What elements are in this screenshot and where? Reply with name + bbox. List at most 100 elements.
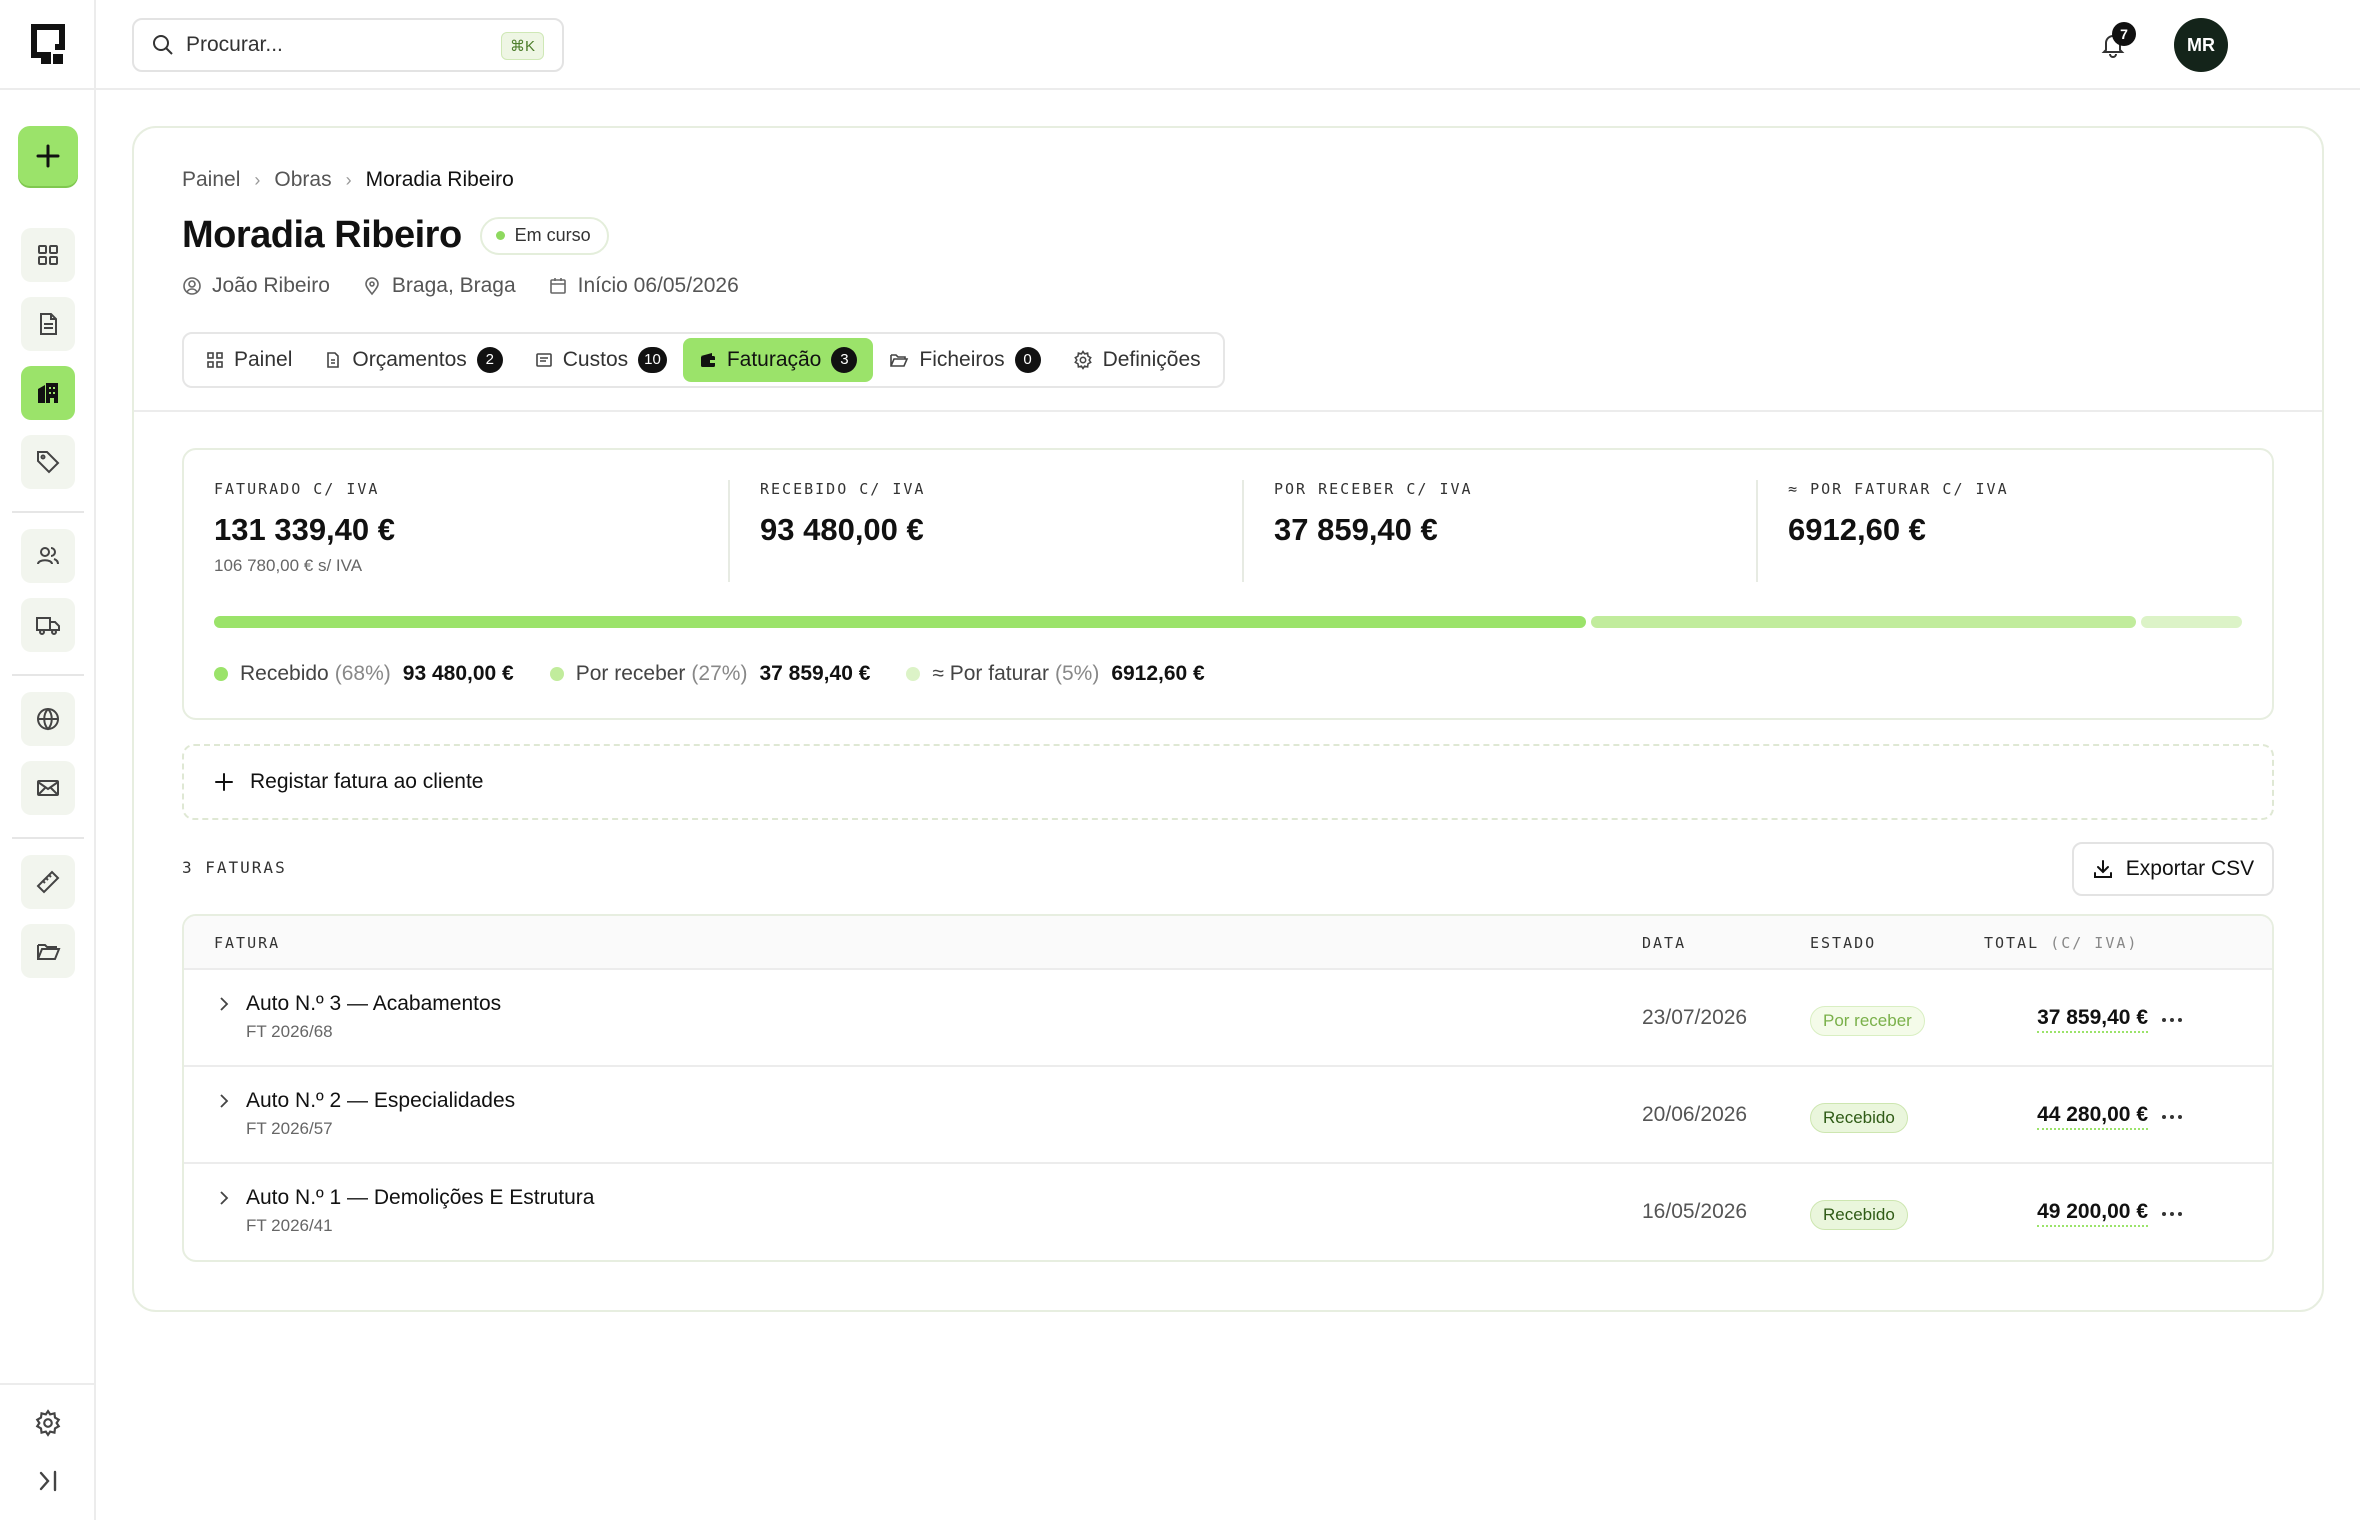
project-meta: João Ribeiro Braga, Braga Início 06/05/2… bbox=[182, 274, 771, 298]
tab-count-badge: 2 bbox=[476, 347, 503, 373]
row-actions-button[interactable] bbox=[2156, 1198, 2188, 1230]
progress-legend: Recebido (68%) 93 480,00 € Por receber (… bbox=[214, 662, 1241, 686]
legend-percent: (27%) bbox=[691, 662, 748, 685]
status-label: Em curso bbox=[514, 225, 591, 245]
grid-icon bbox=[207, 352, 223, 368]
more-horizontal-icon bbox=[2162, 1212, 2182, 1216]
legend-to-invoice: ≈ Por faturar (5%) 6912,60 € bbox=[906, 662, 1205, 686]
sidebar-divider bbox=[0, 1383, 96, 1385]
chevron-right-icon[interactable] bbox=[214, 1091, 234, 1111]
sidebar-item-files[interactable] bbox=[21, 924, 75, 978]
invoice-date: 20/06/2026 bbox=[1642, 1103, 1748, 1126]
chevron-right-icon[interactable] bbox=[214, 994, 234, 1014]
avatar[interactable]: MR bbox=[2174, 18, 2228, 72]
column-header-total[interactable]: TOTAL (C/ IVA) bbox=[1984, 934, 2138, 952]
project-tabs: Painel Orçamentos 2 Custos 10 Faturação … bbox=[182, 332, 1225, 388]
gear-icon bbox=[35, 1409, 61, 1437]
progress-segment bbox=[2141, 616, 2242, 628]
legend-to-receive: Por receber (27%) 37 859,40 € bbox=[549, 662, 870, 686]
stat-value: 6912,60 € bbox=[1788, 512, 1926, 547]
sidebar-item-mail[interactable] bbox=[21, 761, 75, 815]
stat-received: RECEBIDO C/ IVA 93 480,00 € bbox=[760, 480, 925, 584]
sidebar-item-tags[interactable] bbox=[21, 435, 75, 489]
invoice-total: 37 859,40 € bbox=[2037, 1006, 2148, 1033]
invoice-status-badge: Recebido bbox=[1810, 1103, 1908, 1133]
table-header: FATURA DATA ESTADO TOTAL (C/ IVA) bbox=[184, 916, 2272, 970]
breadcrumb-item-dashboard[interactable]: Painel bbox=[182, 168, 240, 192]
search-input[interactable]: Procurar... ⌘K bbox=[132, 18, 564, 72]
row-actions-button[interactable] bbox=[2156, 1004, 2188, 1036]
status-badge: Em curso bbox=[479, 216, 609, 255]
column-header-status[interactable]: ESTADO bbox=[1810, 934, 1876, 952]
sidebar-item-projects[interactable] bbox=[21, 366, 75, 420]
legend-received: Recebido (68%) 93 480,00 € bbox=[214, 662, 514, 686]
app-logo[interactable] bbox=[27, 22, 69, 66]
sidebar-item-clients[interactable] bbox=[21, 529, 75, 583]
new-button[interactable] bbox=[18, 126, 78, 186]
stat-to-receive: POR RECEBER C/ IVA 37 859,40 € bbox=[1274, 480, 1473, 584]
mail-icon bbox=[37, 780, 59, 796]
breadcrumb-item-projects[interactable]: Obras bbox=[274, 168, 331, 192]
globe-icon bbox=[37, 708, 59, 731]
section-divider bbox=[134, 410, 2322, 412]
stat-to-invoice: ≈ POR FATURAR C/ IVA 6912,60 € bbox=[1788, 480, 2009, 584]
stat-value: 131 339,40 € bbox=[214, 512, 396, 547]
legend-label: Recebido bbox=[240, 662, 329, 685]
chevron-right-icon: › bbox=[254, 169, 261, 190]
tab-count-badge: 3 bbox=[831, 347, 858, 373]
search-icon bbox=[153, 35, 173, 55]
table-row[interactable]: Auto N.º 3 — Acabamentos FT 2026/68 23/0… bbox=[184, 970, 2272, 1067]
folder-icon bbox=[37, 944, 61, 960]
column-header-total-label: TOTAL bbox=[1984, 934, 2040, 952]
progress-segment bbox=[1591, 616, 2136, 628]
export-csv-button[interactable]: Exportar CSV bbox=[2072, 842, 2274, 896]
sidebar-item-dashboard[interactable] bbox=[21, 228, 75, 282]
column-header-total-suffix: (C/ IVA) bbox=[2050, 934, 2139, 952]
sidebar-item-website[interactable] bbox=[21, 692, 75, 746]
tab-settings[interactable]: Definições bbox=[1057, 338, 1217, 382]
tab-invoicing[interactable]: Faturação 3 bbox=[682, 338, 874, 382]
tab-label: Faturação bbox=[726, 348, 822, 371]
row-actions-button[interactable] bbox=[2156, 1101, 2188, 1133]
sidebar-item-measurements[interactable] bbox=[21, 855, 75, 909]
register-invoice-button[interactable]: Registar fatura ao cliente bbox=[182, 744, 2274, 820]
tab-dashboard[interactable]: Painel bbox=[190, 338, 308, 382]
breadcrumb-item-current: Moradia Ribeiro bbox=[365, 168, 514, 191]
chevron-right-icon[interactable] bbox=[214, 1188, 234, 1208]
invoice-title: Auto N.º 3 — Acabamentos bbox=[246, 992, 502, 1015]
approx-icon: ≈ bbox=[1788, 480, 1800, 498]
tab-label: Ficheiros bbox=[919, 348, 1005, 371]
collapse-icon bbox=[39, 1470, 57, 1492]
collapse-sidebar-button[interactable] bbox=[33, 1466, 63, 1496]
column-header-invoice[interactable]: FATURA bbox=[214, 934, 280, 952]
stat-label: POR RECEBER C/ IVA bbox=[1274, 480, 1473, 498]
tab-costs[interactable]: Custos 10 bbox=[519, 338, 683, 382]
tab-label: Orçamentos bbox=[352, 348, 467, 371]
more-horizontal-icon bbox=[2162, 1115, 2182, 1119]
sidebar-item-documents[interactable] bbox=[21, 297, 75, 351]
tab-budgets[interactable]: Orçamentos 2 bbox=[308, 338, 518, 382]
stat-subvalue: 106 780,00 € s/ IVA bbox=[214, 556, 363, 575]
invoice-number: FT 2026/41 bbox=[246, 1216, 333, 1235]
stat-divider bbox=[1242, 480, 1244, 582]
stat-value: 93 480,00 € bbox=[760, 512, 924, 547]
ruler-icon bbox=[36, 870, 60, 894]
project-card: Painel › Obras › Moradia Ribeiro Moradia… bbox=[132, 126, 2324, 1312]
table-row[interactable]: Auto N.º 1 — Demolições E Estrutura FT 2… bbox=[184, 1164, 2272, 1260]
stat-invoiced: FATURADO C/ IVA 131 339,40 € 106 780,00 … bbox=[214, 480, 395, 584]
more-horizontal-icon bbox=[2162, 1018, 2182, 1022]
sidebar-item-suppliers[interactable] bbox=[21, 598, 75, 652]
export-csv-label: Exportar CSV bbox=[2125, 857, 2255, 880]
stat-divider bbox=[728, 480, 730, 582]
invoice-total: 49 200,00 € bbox=[2037, 1200, 2148, 1227]
legend-percent: (5%) bbox=[1054, 662, 1100, 685]
project-start-date: Início 06/05/2026 bbox=[577, 274, 739, 297]
chevron-right-icon: › bbox=[345, 169, 352, 190]
invoice-date: 23/07/2026 bbox=[1642, 1006, 1748, 1029]
legend-label: Por receber bbox=[575, 662, 686, 685]
column-header-date[interactable]: DATA bbox=[1642, 934, 1686, 952]
legend-value: 6912,60 € bbox=[1111, 662, 1205, 685]
settings-button[interactable] bbox=[33, 1408, 63, 1438]
tab-files[interactable]: Ficheiros 0 bbox=[873, 338, 1056, 382]
table-row[interactable]: Auto N.º 2 — Especialidades FT 2026/57 2… bbox=[184, 1067, 2272, 1164]
